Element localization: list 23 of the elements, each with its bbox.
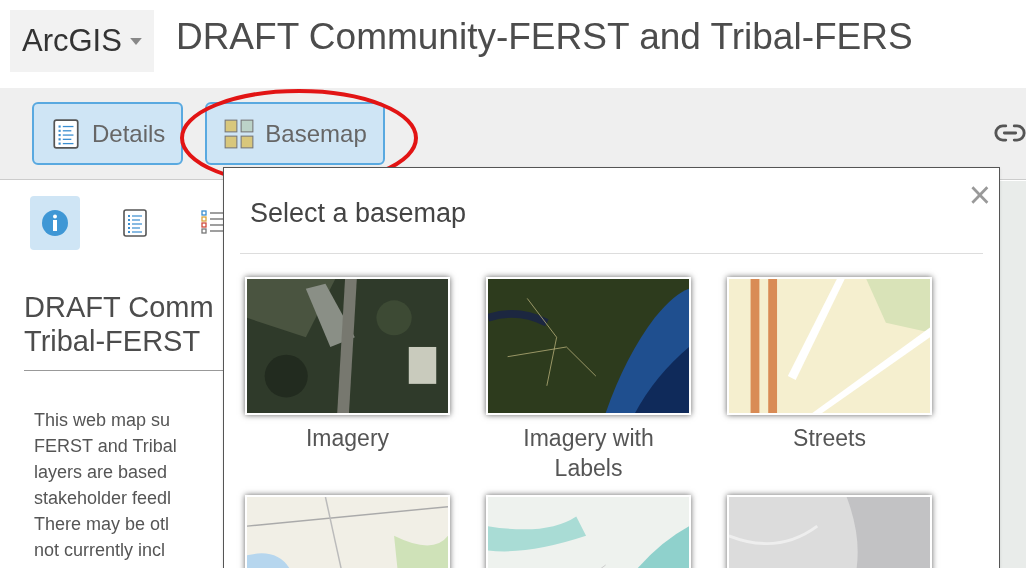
list-icon xyxy=(50,117,82,150)
description-text: There may be otl xyxy=(34,513,170,536)
close-button[interactable]: × xyxy=(968,176,991,214)
toolbar-button[interactable]: Details xyxy=(32,102,184,165)
description-text: This web map su xyxy=(34,409,171,432)
panel-title: DRAFT Comm xyxy=(24,290,214,324)
panel-tab[interactable] xyxy=(30,196,80,250)
description-text: FERST and Tribal xyxy=(34,435,177,458)
description-text: layers are based xyxy=(34,461,168,484)
panel-heading: Select a basemap xyxy=(250,197,467,231)
map-title: DRAFT Community-FERST and Tribal-FERS xyxy=(175,15,913,60)
description-text: stakeholder feedl xyxy=(34,487,172,510)
basemap-label: Streets xyxy=(792,424,867,453)
list-icon xyxy=(120,208,150,238)
toolbar-button[interactable]: Basemap xyxy=(205,102,385,165)
grid-icon xyxy=(223,117,256,150)
panel-title: Tribal-FERST xyxy=(24,324,201,358)
basemap-label: Imagery xyxy=(304,424,391,453)
app-menu[interactable]: ArcGIS xyxy=(10,10,154,72)
description-text: not currently incl xyxy=(34,539,166,562)
basemap-label: Imagery with Labels xyxy=(522,424,655,483)
caret-icon xyxy=(129,37,142,45)
info-icon xyxy=(40,208,70,238)
